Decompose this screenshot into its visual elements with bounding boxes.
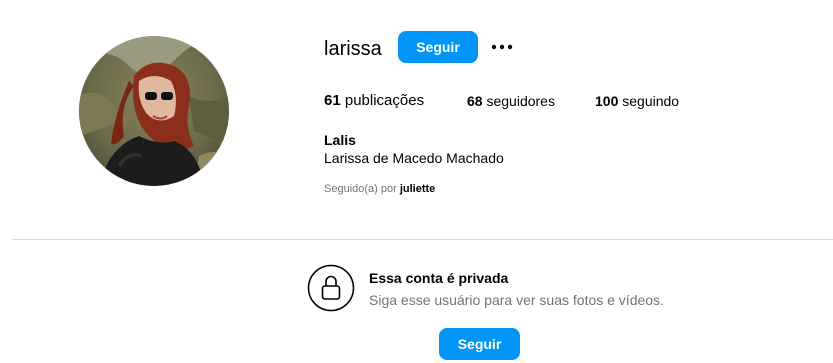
- posts-count: 61: [324, 92, 341, 109]
- followed-by-prefix: Seguido(a) por: [324, 183, 397, 195]
- following-label: seguindo: [622, 93, 680, 109]
- profile-page: larissa Seguir 61 publicações 68 seguido…: [0, 0, 833, 363]
- followers-label: seguidores: [486, 93, 555, 109]
- private-follow-button[interactable]: Seguir: [439, 328, 520, 360]
- profile-avatar[interactable]: [79, 36, 229, 186]
- private-account-title: Essa conta é privada: [369, 270, 509, 286]
- followed-by-text: Seguido(a) por juliette: [324, 182, 435, 196]
- followers-stat[interactable]: 68 seguidores: [467, 91, 555, 111]
- lock-icon: [307, 264, 355, 312]
- profile-full-name: Larissa de Macedo Machado: [324, 150, 504, 166]
- follow-button[interactable]: Seguir: [398, 31, 478, 63]
- avatar-photo: [79, 36, 229, 186]
- following-stat[interactable]: 100 seguindo: [595, 91, 679, 111]
- profile-username: larissa: [324, 38, 382, 60]
- private-account-description: Siga esse usuário para ver suas fotos e …: [369, 292, 664, 308]
- following-count: 100: [595, 93, 619, 109]
- followed-by-user-link[interactable]: juliette: [400, 183, 435, 195]
- posts-stat: 61 publicações: [324, 91, 424, 111]
- more-options-button[interactable]: [490, 37, 514, 57]
- posts-label: publicações: [344, 92, 425, 109]
- followers-count: 68: [467, 93, 483, 109]
- more-horizontal-icon: [491, 44, 513, 50]
- section-divider: [12, 239, 833, 240]
- profile-display-name: Lalis: [324, 132, 356, 148]
